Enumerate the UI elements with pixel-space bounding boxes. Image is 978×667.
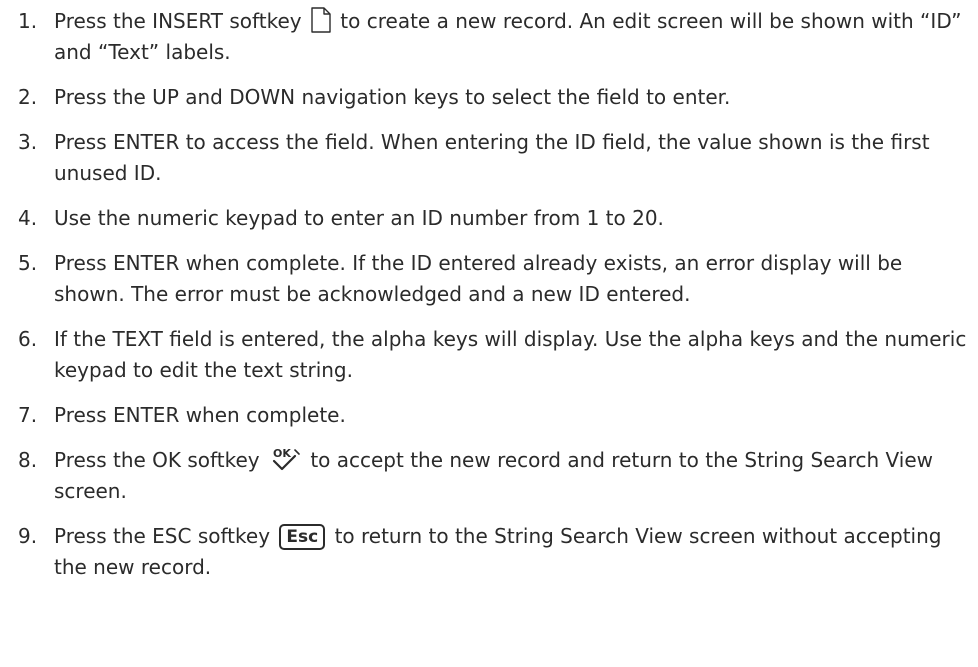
step-number: 5. (18, 251, 38, 275)
step-7: 7. Press ENTER when complete. (18, 400, 973, 431)
step-text-before: Press the ESC softkey (54, 524, 271, 548)
ok-icon-text: OK (273, 447, 291, 460)
step-text: Press ENTER when complete. (54, 403, 346, 427)
step-8: 8. Press the OK softkey OK to accept the… (18, 445, 973, 507)
step-1: 1. Press the INSERT softkey to create a … (18, 6, 973, 68)
step-number: 3. (18, 130, 38, 154)
step-text-before: Press the INSERT softkey (54, 9, 302, 33)
insert-document-icon (311, 7, 331, 33)
step-3: 3. Press ENTER to access the field. When… (18, 127, 973, 189)
step-9: 9. Press the ESC softkey Esc to return t… (18, 521, 973, 583)
step-number: 4. (18, 206, 38, 230)
step-text: Use the numeric keypad to enter an ID nu… (54, 206, 664, 230)
step-number: 7. (18, 403, 38, 427)
instruction-page: 1. Press the INSERT softkey to create a … (0, 0, 978, 667)
step-text: Press ENTER to access the field. When en… (54, 130, 930, 185)
step-number: 2. (18, 85, 38, 109)
esc-key-icon: Esc (279, 524, 326, 550)
step-text: Press ENTER when complete. If the ID ent… (54, 251, 903, 306)
step-number: 1. (18, 9, 38, 33)
procedure-steps-list: 1. Press the INSERT softkey to create a … (18, 6, 973, 583)
step-number: 8. (18, 448, 38, 472)
step-4: 4. Use the numeric keypad to enter an ID… (18, 203, 973, 234)
ok-checkmark-icon: OK (272, 447, 300, 471)
step-2: 2. Press the UP and DOWN navigation keys… (18, 82, 973, 113)
step-text-before: Press the OK softkey (54, 448, 260, 472)
step-5: 5. Press ENTER when complete. If the ID … (18, 248, 973, 310)
step-number: 9. (18, 524, 38, 548)
step-number: 6. (18, 327, 38, 351)
step-text: Press the UP and DOWN navigation keys to… (54, 85, 731, 109)
step-text: If the TEXT field is entered, the alpha … (54, 327, 967, 382)
step-6: 6. If the TEXT field is entered, the alp… (18, 324, 973, 386)
